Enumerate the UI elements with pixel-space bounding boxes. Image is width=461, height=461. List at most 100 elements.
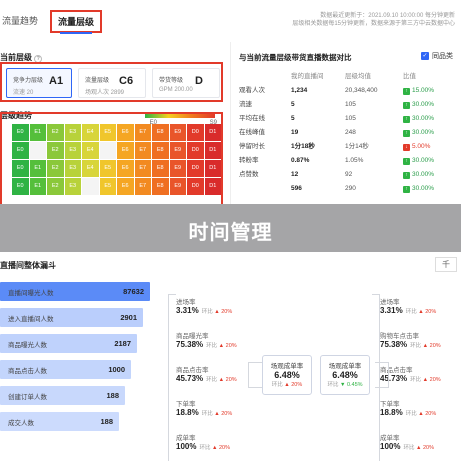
- heatmap-cell[interactable]: D0: [187, 160, 204, 177]
- heatmap-cell[interactable]: E2: [47, 142, 64, 159]
- heatmap-cell[interactable]: E9: [169, 160, 186, 177]
- compare-metric-name: 观看人次: [239, 87, 265, 94]
- compare-mine-value: 5: [291, 101, 295, 108]
- heatmap-cell[interactable]: E2: [47, 160, 64, 177]
- heatmap-cell[interactable]: E3: [64, 160, 81, 177]
- metric-compare: 环比 ▲ 20%: [199, 443, 230, 451]
- metric-compare-label: 环比: [201, 309, 215, 315]
- heatmap-cell[interactable]: D0: [187, 142, 204, 159]
- metric-compare: 环比 ▲ 20%: [202, 409, 233, 417]
- tab-traffic-level[interactable]: 流量层级: [50, 10, 103, 34]
- compare-row: 在线峰值 19 248 ↑ 30.00%: [239, 126, 455, 140]
- heatmap-cell[interactable]: E5: [99, 124, 116, 141]
- metric-delta: 20%: [423, 309, 437, 315]
- tab-traffic-trend[interactable]: 流量趋势: [2, 14, 38, 27]
- heatmap-cell[interactable]: E3: [64, 124, 81, 141]
- heatmap-cell[interactable]: E8: [152, 160, 169, 177]
- heatmap-cell[interactable]: E2: [47, 178, 64, 195]
- heatmap-cell[interactable]: E8: [152, 124, 169, 141]
- peer-category-checkbox[interactable]: ✓ 同品类: [421, 51, 453, 61]
- heatmap-cell[interactable]: D1: [204, 142, 221, 159]
- update-notice-line: 数据最近更新于：2021.09.10 10:00:00 每分钟更新: [320, 13, 455, 19]
- heatmap-cell[interactable]: D1: [204, 124, 221, 141]
- level-card-sales[interactable]: 带货等级 D GPM 200.00: [152, 68, 220, 98]
- trend-up-icon: ↑: [403, 185, 410, 193]
- heatmap-cell[interactable]: E1: [29, 160, 46, 177]
- heatmap-cell[interactable]: D0: [187, 178, 204, 195]
- heatmap-cell[interactable]: E4: [82, 124, 99, 141]
- metric-compare-label: 环比: [199, 445, 212, 451]
- heatmap-cell[interactable]: E6: [117, 124, 134, 141]
- connector-bracket: [248, 362, 262, 388]
- funnel-stage[interactable]: 直播间曝光人数 87632: [0, 282, 150, 301]
- heatmap-cell[interactable]: E1: [29, 178, 46, 195]
- heatmap-cell[interactable]: E4: [82, 160, 99, 177]
- compare-title: 与当前流量层级带货直播数据对比: [239, 53, 352, 62]
- level-card-traffic[interactable]: 流量层级 C6 场观人次 2899: [78, 68, 146, 98]
- metric-label: 进场率: [176, 299, 196, 306]
- funnel-stage[interactable]: 商品点击人数 1000: [0, 360, 150, 379]
- heatmap-cell[interactable]: E0: [12, 124, 29, 141]
- level-card-value: C6: [119, 75, 134, 87]
- heatmap-cell[interactable]: E9: [169, 178, 186, 195]
- expand-button[interactable]: 千: [435, 257, 457, 272]
- compare-metric-name: 在线峰值: [239, 129, 265, 136]
- conversion-metric: 下单率 18.8% 环比 ▲ 20%: [380, 398, 460, 417]
- heatmap-cell[interactable]: [29, 142, 46, 159]
- funnel-stage[interactable]: 创建订单人数 188: [0, 386, 150, 405]
- compare-header-cell: 我的直播间: [291, 73, 324, 80]
- compare-mine-value: 1分18秒: [291, 143, 315, 150]
- metric-compare-label: 环比: [206, 377, 219, 383]
- heatmap-cell[interactable]: [82, 178, 99, 195]
- conversion-metric: 成单率 100% 环比 ▲ 20%: [176, 432, 256, 451]
- heatmap-cell[interactable]: E6: [117, 160, 134, 177]
- compare-ratio: ↑ 30.00%: [403, 154, 455, 168]
- level-card-value: A1: [49, 75, 64, 87]
- heatmap-cell[interactable]: D0: [187, 124, 204, 141]
- heatmap-cell[interactable]: D1: [204, 160, 221, 177]
- heatmap-cell[interactable]: E6: [117, 142, 134, 159]
- heatmap-cell[interactable]: E7: [134, 124, 151, 141]
- heatmap-cell[interactable]: E7: [134, 142, 151, 159]
- heatmap-cell[interactable]: E1: [29, 124, 46, 141]
- heatmap-cell[interactable]: E8: [152, 178, 169, 195]
- funnel-stage-value: 188: [106, 391, 119, 400]
- heatmap-cell[interactable]: E6: [117, 178, 134, 195]
- compare-row: 观看人次 1,234 20,348,400 ↑ 15.00%: [239, 84, 455, 98]
- heatmap-cell[interactable]: [99, 142, 116, 159]
- heatmap-cell[interactable]: D1: [204, 178, 221, 195]
- connector-bracket: [168, 294, 176, 461]
- heatmap-cell[interactable]: E3: [64, 142, 81, 159]
- level-cards: 竞争力层级 A1 流速 20 流量层级 C6 场观人次 2899 带货等级 D …: [0, 62, 223, 102]
- metric-compare: 环比 ▲ 20%: [206, 341, 237, 349]
- metric-label: 成单率: [176, 435, 196, 442]
- summary-compare-label: 环比: [327, 382, 340, 388]
- heatmap-cell[interactable]: E8: [152, 142, 169, 159]
- compare-ratio: ↑ 30.00%: [403, 182, 455, 196]
- funnel-stage[interactable]: 成交人数 188: [0, 412, 150, 431]
- heatmap-cell[interactable]: E5: [99, 160, 116, 177]
- heatmap-cell[interactable]: E0: [12, 160, 29, 177]
- heatmap-cell[interactable]: E7: [134, 160, 151, 177]
- funnel-stage[interactable]: 商品曝光人数 2187: [0, 334, 150, 353]
- metric-value: 18.8%: [176, 408, 199, 417]
- funnel-stage[interactable]: 进入直播间人数 2901: [0, 308, 150, 327]
- metric-value-line: 3.31% 环比 ▲ 20%: [176, 306, 256, 315]
- heatmap-cell[interactable]: E7: [134, 178, 151, 195]
- heatmap-cell[interactable]: E9: [169, 142, 186, 159]
- heatmap-cell[interactable]: E9: [169, 124, 186, 141]
- heatmap-cell[interactable]: E5: [99, 178, 116, 195]
- heatmap-cell[interactable]: E0: [12, 178, 29, 195]
- metric-delta: 20%: [423, 411, 437, 417]
- heatmap-cell[interactable]: E0: [12, 142, 29, 159]
- level-card-title: 流量层级: [85, 78, 110, 84]
- conversion-metric: 商品曝光率 75.38% 环比 ▲ 20%: [176, 330, 256, 349]
- level-card-competitiveness[interactable]: 竞争力层级 A1 流速 20: [6, 68, 72, 98]
- heatmap-cell[interactable]: E4: [82, 142, 99, 159]
- compare-ratio: ↑ 30.00%: [403, 98, 455, 112]
- compare-metric-name: 流速: [239, 101, 252, 108]
- heatmap-cell[interactable]: E2: [47, 124, 64, 141]
- compare-ratio: ↑ 30.00%: [403, 168, 455, 182]
- heatmap-cell[interactable]: E3: [64, 178, 81, 195]
- metric-compare-label: 环比: [410, 377, 423, 383]
